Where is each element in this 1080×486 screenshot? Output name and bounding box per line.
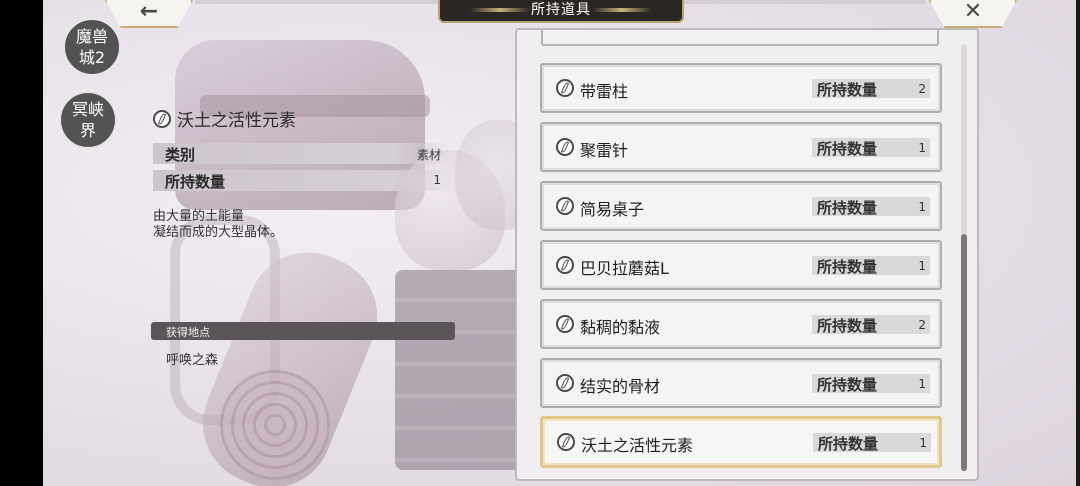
list-item[interactable]: 带雷柱 所持数量 2 [540, 63, 942, 113]
item-name: 带雷柱 [580, 82, 629, 101]
item-qty-box: 所持数量 1 [812, 197, 930, 217]
item-qty-value: 1 [918, 141, 926, 155]
title-ornament-right [592, 8, 652, 12]
item-qty-value: 1 [918, 200, 926, 214]
leaf-icon [153, 109, 171, 128]
category-label: 类别 [165, 146, 196, 164]
list-item-selected[interactable]: 沃土之活性元素 所持数量 1 [540, 416, 942, 468]
item-name: 黏稠的黏液 [580, 318, 661, 337]
books-illustration [395, 270, 525, 470]
item-qty-value: 2 [918, 82, 926, 96]
list-item[interactable]: 黏稠的黏液 所持数量 2 [540, 299, 942, 349]
item-qty-label: 所持数量 [817, 376, 878, 394]
screen-title-bar: 所持道具 [438, 0, 684, 23]
item-qty-label: 所持数量 [817, 199, 878, 217]
source-location[interactable]: 呼唤之森 [166, 349, 218, 368]
close-button[interactable]: ✕ [929, 0, 1017, 28]
source-header-label: 获得地点 [166, 326, 210, 339]
list-item[interactable]: 结实的骨材 所持数量 1 [540, 358, 942, 408]
location-label: 魔兽 城2 [75, 27, 108, 67]
leaf-icon [556, 138, 574, 156]
quantity-row: 所持数量 1 [153, 170, 453, 191]
leaf-icon [556, 374, 574, 392]
item-qty-value: 1 [919, 436, 927, 450]
list-item[interactable]: 简易桌子 所持数量 1 [540, 181, 942, 231]
item-name: 简易桌子 [580, 200, 645, 219]
screen-title: 所持道具 [531, 2, 591, 18]
category-row: 类别 素材 [153, 143, 453, 164]
list-item-partial[interactable] [541, 30, 939, 46]
quantity-value: 1 [433, 173, 441, 187]
leaf-icon [556, 315, 574, 333]
item-qty-label: 所持数量 [817, 140, 878, 158]
item-name: 沃土之活性元素 [581, 436, 694, 455]
list-item[interactable]: 巴贝拉蘑菇L 所持数量 1 [540, 240, 942, 290]
item-qty-label: 所持数量 [817, 258, 878, 276]
back-button[interactable]: ← [105, 0, 193, 28]
leaf-icon [557, 433, 575, 451]
list-item[interactable]: 聚雷针 所持数量 1 [540, 122, 942, 172]
item-list-panel[interactable]: 带雷柱 所持数量 2 聚雷针 所持数量 1 简易桌子 所持数量 1 巴贝拉蘑菇L [515, 28, 979, 481]
item-qty-box: 所持数量 2 [812, 315, 930, 335]
item-qty-box: 所持数量 2 [812, 79, 930, 99]
item-name: 巴贝拉蘑菇L [580, 259, 669, 278]
close-icon: ✕ [963, 0, 983, 24]
item-qty-box: 所持数量 1 [812, 374, 930, 394]
back-arrow-icon: ← [139, 0, 159, 24]
quantity-label: 所持数量 [165, 173, 226, 191]
item-qty-label: 所持数量 [817, 81, 878, 99]
item-qty-value: 1 [918, 259, 926, 273]
item-qty-box: 所持数量 1 [813, 433, 931, 453]
title-ornament-left [470, 8, 530, 12]
leaf-icon [556, 197, 574, 215]
source-header: 获得地点 [151, 322, 455, 340]
location-button-1[interactable]: 魔兽 城2 [62, 17, 122, 77]
category-value: 素材 [416, 148, 441, 162]
item-qty-value: 2 [918, 318, 926, 332]
item-name: 结实的骨材 [580, 377, 661, 396]
item-detail-title: 沃土之活性元素 [153, 106, 296, 131]
right-edge [1076, 0, 1080, 486]
leaf-icon [556, 256, 574, 274]
item-qty-box: 所持数量 1 [812, 138, 930, 158]
item-name: 聚雷针 [580, 141, 629, 160]
inventory-screen: ← 所持道具 ✕ 魔兽 城2 冥峡 界 沃土之活性元素 类别 素材 所持数量 1… [0, 0, 1080, 486]
item-description: 由大量的土能量 凝结而成的大型晶体。 [153, 209, 284, 240]
location-label: 冥峡 界 [71, 100, 104, 140]
location-button-2[interactable]: 冥峡 界 [58, 90, 118, 150]
left-edge [0, 0, 43, 486]
item-qty-label: 所持数量 [818, 435, 879, 453]
scroll-end-illustration [220, 370, 330, 480]
item-detail-name: 沃土之活性元素 [177, 111, 296, 131]
list-scrollbar[interactable] [961, 44, 967, 471]
item-qty-label: 所持数量 [817, 317, 878, 335]
item-qty-box: 所持数量 1 [812, 256, 930, 276]
leaf-icon [556, 79, 574, 97]
item-qty-value: 1 [918, 377, 926, 391]
scrollbar-thumb[interactable] [961, 234, 967, 471]
